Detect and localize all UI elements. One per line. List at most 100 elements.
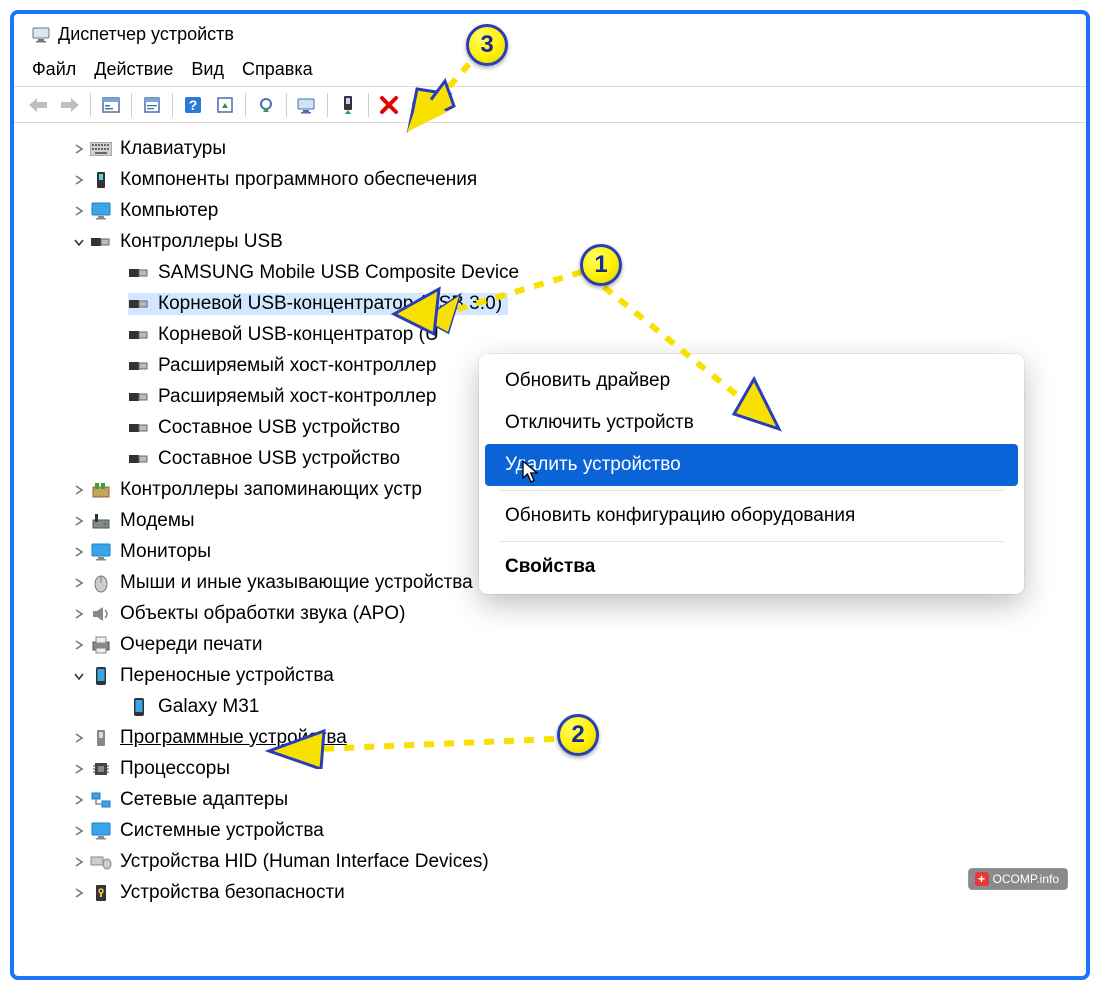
tree-label: Модемы [120,511,195,530]
tree-node-computer[interactable]: Компьютер [38,195,1080,226]
menu-file[interactable]: Файл [32,59,76,80]
tree-node-samsung-usb[interactable]: SAMSUNG Mobile USB Composite Device [38,257,1080,288]
usb-icon [128,262,150,284]
tree-node-portable[interactable]: Переносные устройства [38,660,1080,691]
watermark-icon: + [975,872,989,886]
menu-bar: Файл Действие Вид Справка [14,51,1086,87]
monitor-icon [90,200,112,222]
chevron-right-icon[interactable] [70,512,88,530]
tree-label: SAMSUNG Mobile USB Composite Device [158,263,519,282]
chevron-right-icon[interactable] [70,760,88,778]
chevron-right-icon[interactable] [70,853,88,871]
tree-label: Мониторы [120,542,211,561]
chevron-right-icon[interactable] [70,140,88,158]
tree-label: Расширяемый хост-контроллер [158,387,436,406]
tree-label: Составное USB устройство [158,449,400,468]
keyboard-icon [90,138,112,160]
chevron-right-icon[interactable] [70,729,88,747]
tree-label: Galaxy M31 [158,697,259,716]
usb-icon [128,324,150,346]
tree-node-apo[interactable]: Объекты обработки звука (APO) [38,598,1080,629]
tree-label: Клавиатуры [120,139,226,158]
chevron-right-icon[interactable] [70,636,88,654]
update-driver-button[interactable] [251,90,281,120]
ctx-disable-device[interactable]: Отключить устройств [485,402,1018,444]
tree-label: Составное USB устройство [158,418,400,437]
cpu-icon [90,758,112,780]
phone-icon [128,696,150,718]
tree-label: Корневой USB-концентратор (U [158,325,439,344]
modem-icon [90,510,112,532]
tree-label: Программные устройства [120,728,347,747]
window-title: Диспетчер устройств [58,24,234,45]
chevron-right-icon[interactable] [70,822,88,840]
tree-label: Контроллеры USB [120,232,283,251]
usb-icon [90,231,112,253]
tree-node-security[interactable]: Устройства безопасности [38,877,1080,908]
chevron-right-icon[interactable] [70,884,88,902]
menu-help[interactable]: Справка [242,59,313,80]
computer-icon [90,820,112,842]
tree-node-network[interactable]: Сетевые адаптеры [38,784,1080,815]
back-button[interactable] [23,90,53,120]
usb-icon [128,386,150,408]
more-button[interactable] [406,90,436,120]
scan-hardware-button[interactable] [210,90,240,120]
device-icon [90,727,112,749]
tree-node-galaxy-m31[interactable]: Galaxy M31 [38,691,1080,722]
ctx-properties[interactable]: Свойства [485,546,1018,588]
tree-label: Контроллеры запоминающих устр [120,480,422,499]
callout-badge-3: 3 [466,24,508,66]
hid-icon [90,851,112,873]
chevron-down-icon[interactable] [70,667,88,685]
tree-node-software-components[interactable]: Компоненты программного обеспечения [38,164,1080,195]
ctx-scan-hardware[interactable]: Обновить конфигурацию оборудования [485,495,1018,537]
show-hide-console-button[interactable] [96,90,126,120]
tree-label: Очереди печати [120,635,263,654]
tree-label: Устройства безопасности [120,883,345,902]
forward-button[interactable] [55,90,85,120]
usb-icon [128,293,150,315]
tree-label: Корневой USB-концентратор (USB 3.0) [158,294,502,313]
context-menu: Обновить драйвер Отключить устройств Уда… [479,354,1024,594]
chevron-right-icon[interactable] [70,605,88,623]
chevron-right-icon[interactable] [70,481,88,499]
chevron-right-icon[interactable] [70,171,88,189]
tree-label: Компьютер [120,201,218,220]
ctx-update-driver[interactable]: Обновить драйвер [485,360,1018,402]
chevron-right-icon[interactable] [70,574,88,592]
tree-node-hid[interactable]: Устройства HID (Human Interface Devices) [38,846,1080,877]
menu-action[interactable]: Действие [94,59,173,80]
tree-node-usb-controllers[interactable]: Контроллеры USB [38,226,1080,257]
remove-button[interactable] [374,90,404,120]
window-frame: Диспетчер устройств Файл Действие Вид Сп… [10,10,1090,980]
usb-icon [128,355,150,377]
chevron-down-icon[interactable] [70,233,88,251]
printer-icon [90,634,112,656]
callout-badge-2: 2 [557,714,599,756]
tree-label: Системные устройства [120,821,324,840]
uninstall-device-button[interactable] [292,90,322,120]
properties-button[interactable] [137,90,167,120]
tree-label: Объекты обработки звука (APO) [120,604,405,623]
tree-node-root-hub-u[interactable]: Корневой USB-концентратор (U [38,319,1080,350]
separator [499,541,1004,542]
tree-node-print-queues[interactable]: Очереди печати [38,629,1080,660]
watermark-text: OCOMP.info [993,872,1059,886]
tree-label: Расширяемый хост-контроллер [158,356,436,375]
disable-device-button[interactable] [333,90,363,120]
tree-node-system[interactable]: Системные устройства [38,815,1080,846]
chevron-right-icon[interactable] [70,791,88,809]
callout-badge-1: 1 [580,244,622,286]
tree-node-root-hub-30[interactable]: Корневой USB-концентратор (USB 3.0) [38,288,1080,319]
chevron-right-icon[interactable] [70,202,88,220]
storage-icon [90,479,112,501]
ctx-uninstall-device[interactable]: Удалить устройство [485,444,1018,486]
chevron-right-icon[interactable] [70,543,88,561]
help-button[interactable]: ? [178,90,208,120]
monitor-icon [90,541,112,563]
security-icon [90,882,112,904]
tree-node-processors[interactable]: Процессоры [38,753,1080,784]
menu-view[interactable]: Вид [191,59,224,80]
tree-node-keyboards[interactable]: Клавиатуры [38,133,1080,164]
